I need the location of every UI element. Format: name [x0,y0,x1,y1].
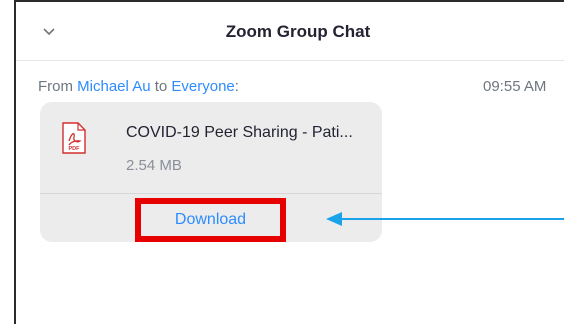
card-divider [40,193,382,194]
pdf-icon: PDF [62,122,86,154]
chat-header: Zoom Group Chat [16,2,564,60]
message-timestamp: 09:55 AM [483,78,547,95]
file-size: 2.54 MB [126,157,182,174]
header-divider [16,60,564,61]
download-button[interactable]: Download [135,198,286,242]
pdf-badge-text: PDF [69,146,81,152]
annotation-arrow [326,212,564,226]
recipient-link[interactable]: Everyone [171,78,234,95]
chat-panel: Zoom Group Chat From Michael Au to Every… [14,0,564,324]
meta-colon: : [234,78,239,95]
from-label: From [38,78,78,95]
message-meta: From Michael Au to Everyone: [38,78,239,95]
to-label: to [150,78,172,95]
sender-link[interactable]: Michael Au [77,78,150,95]
file-name[interactable]: COVID-19 Peer Sharing - Pati... [126,124,353,142]
chat-title: Zoom Group Chat [225,22,371,41]
